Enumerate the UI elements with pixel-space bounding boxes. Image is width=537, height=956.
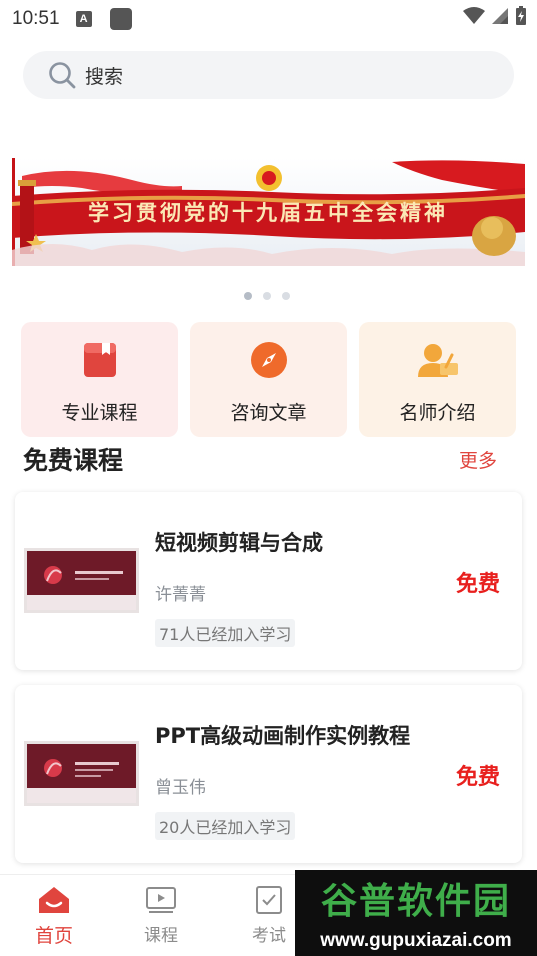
course-card[interactable]: 短视频剪辑与合成 许菁菁 71人已经加入学习 免费 [15, 492, 522, 670]
course-thumbnail [24, 548, 139, 613]
status-bar: 10:51 A [0, 0, 537, 38]
exam-icon [256, 886, 282, 914]
menu-label: 名师介绍 [399, 402, 476, 424]
status-icons [463, 6, 527, 26]
menu-professional-courses[interactable]: 专业课程 [21, 322, 178, 437]
watermark-logo: 谷普软件园 www.gupuxiazai.com [295, 870, 537, 956]
menu-articles[interactable]: 咨询文章 [190, 322, 347, 437]
course-enrolled-count: 71人已经加入学习 [155, 619, 296, 647]
course-teacher: 许菁菁 [155, 585, 206, 605]
more-link[interactable]: 更多 [459, 446, 497, 473]
course-enrolled-count: 20人已经加入学习 [155, 812, 296, 840]
banner-image: 学习贯彻党的十九届五中全会精神 [12, 158, 525, 266]
search-bar[interactable]: 搜索 [23, 51, 514, 99]
notification-a-icon: A [75, 11, 92, 27]
video-icon [146, 887, 176, 913]
home-icon [39, 887, 69, 913]
section-title-free-courses: 免费课程 [23, 446, 124, 475]
banner-dot[interactable] [263, 292, 271, 300]
nav-label: 考试 [252, 926, 286, 946]
course-price: 免费 [455, 765, 500, 790]
watermark-url: www.gupuxiazai.com [295, 926, 537, 956]
teacher-icon [416, 338, 460, 382]
menu-teachers[interactable]: 名师介绍 [359, 322, 516, 437]
watermark-name: 谷普软件园 [295, 870, 537, 926]
battery-icon [516, 6, 526, 25]
compass-icon [247, 338, 291, 382]
banner-dot[interactable] [282, 292, 290, 300]
signal-icon [492, 8, 508, 24]
search-icon [49, 62, 76, 89]
course-card[interactable]: PPT高级动画制作实例教程 曾玉伟 20人已经加入学习 免费 [15, 685, 522, 863]
nav-exam[interactable]: 考试 [234, 885, 304, 946]
search-placeholder: 搜索 [85, 65, 124, 88]
wifi-icon [463, 7, 485, 24]
banner-dots [244, 292, 290, 300]
nav-label: 首页 [34, 925, 73, 947]
notification-app-icon [109, 8, 132, 30]
nav-home[interactable]: 首页 [19, 885, 89, 948]
course-title: 短视频剪辑与合成 [155, 531, 323, 555]
menu-label: 专业课程 [61, 402, 138, 424]
course-price: 免费 [455, 572, 500, 597]
book-icon [78, 338, 122, 382]
banner-carousel[interactable]: 学习贯彻党的十九届五中全会精神 [12, 158, 525, 266]
banner-dot[interactable] [244, 292, 252, 300]
course-title: PPT高级动画制作实例教程 [155, 724, 411, 748]
menu-label: 咨询文章 [230, 402, 307, 424]
app-screen: 10:51 A 搜索 学习贯彻党的十九届五中全会精神 专业课程 咨询文章 名师介… [0, 0, 537, 956]
nav-courses[interactable]: 课程 [126, 885, 196, 946]
status-time: 10:51 [12, 8, 60, 29]
banner-text: 学习贯彻党的十九届五中全会精神 [88, 200, 448, 225]
nav-label: 课程 [144, 926, 178, 946]
course-teacher: 曾玉伟 [155, 778, 206, 798]
course-thumbnail [24, 741, 139, 806]
